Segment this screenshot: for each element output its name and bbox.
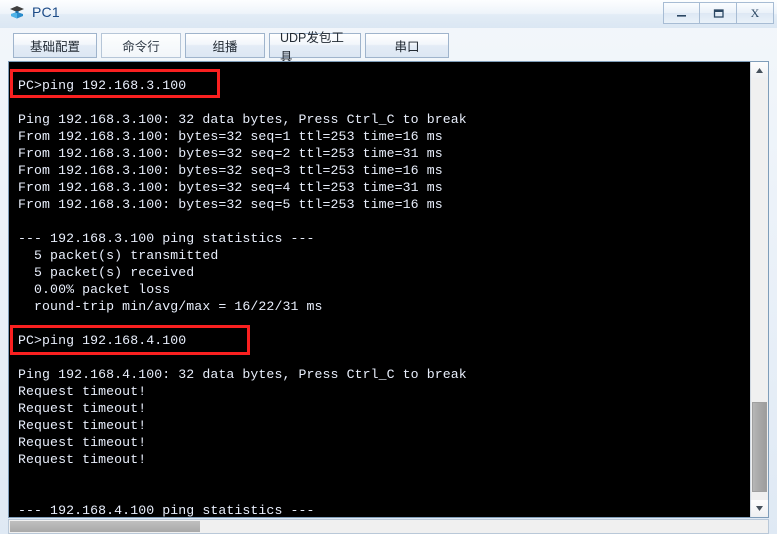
window-controls: X bbox=[663, 2, 774, 24]
tab-command-line[interactable]: 命令行 bbox=[101, 33, 181, 58]
tab-multicast-label: 组播 bbox=[212, 40, 238, 54]
tab-list: 基础配置 命令行 组播 UDP发包工具 串口 bbox=[13, 31, 449, 64]
scroll-up-arrow-icon[interactable] bbox=[751, 62, 768, 79]
scrollbar-thumb[interactable] bbox=[752, 402, 767, 492]
maximize-button[interactable] bbox=[700, 2, 737, 24]
tab-multicast[interactable]: 组播 bbox=[185, 33, 265, 58]
tab-serial-port-label: 串口 bbox=[394, 40, 420, 54]
horizontal-scrollbar-thumb[interactable] bbox=[10, 521, 200, 532]
close-button[interactable]: X bbox=[737, 2, 774, 24]
terminal-text: PC>ping 192.168.3.100 Ping 192.168.3.100… bbox=[18, 78, 467, 517]
tab-udp-tool[interactable]: UDP发包工具 bbox=[269, 31, 361, 64]
window-title: PC1 bbox=[32, 4, 60, 20]
terminal-horizontal-scrollbar[interactable] bbox=[8, 519, 769, 534]
svg-text:X: X bbox=[751, 6, 760, 20]
scroll-down-arrow-icon[interactable] bbox=[751, 500, 768, 517]
minimize-button[interactable] bbox=[663, 2, 700, 24]
pc1-window: PC1 X 基础配置 命令行 组播 UDP发包工具 串口 PC>ping 192… bbox=[0, 0, 777, 534]
tab-basic-config-label: 基础配置 bbox=[29, 40, 80, 54]
router-pc-icon bbox=[8, 3, 26, 21]
tab-basic-config[interactable]: 基础配置 bbox=[13, 33, 97, 58]
terminal-vertical-scrollbar[interactable] bbox=[750, 62, 768, 517]
window-titlebar[interactable]: PC1 X bbox=[0, 0, 777, 28]
terminal-output-area[interactable]: PC>ping 192.168.3.100 Ping 192.168.3.100… bbox=[9, 62, 750, 517]
tab-udp-tool-label: UDP发包工具 bbox=[280, 30, 344, 64]
tab-command-line-label: 命令行 bbox=[122, 40, 160, 54]
tab-serial-port[interactable]: 串口 bbox=[365, 33, 449, 58]
titlebar-left-group: PC1 bbox=[8, 3, 60, 21]
tab-strip: 基础配置 命令行 组播 UDP发包工具 串口 bbox=[0, 28, 777, 64]
terminal-panel: PC>ping 192.168.3.100 Ping 192.168.3.100… bbox=[8, 61, 769, 518]
